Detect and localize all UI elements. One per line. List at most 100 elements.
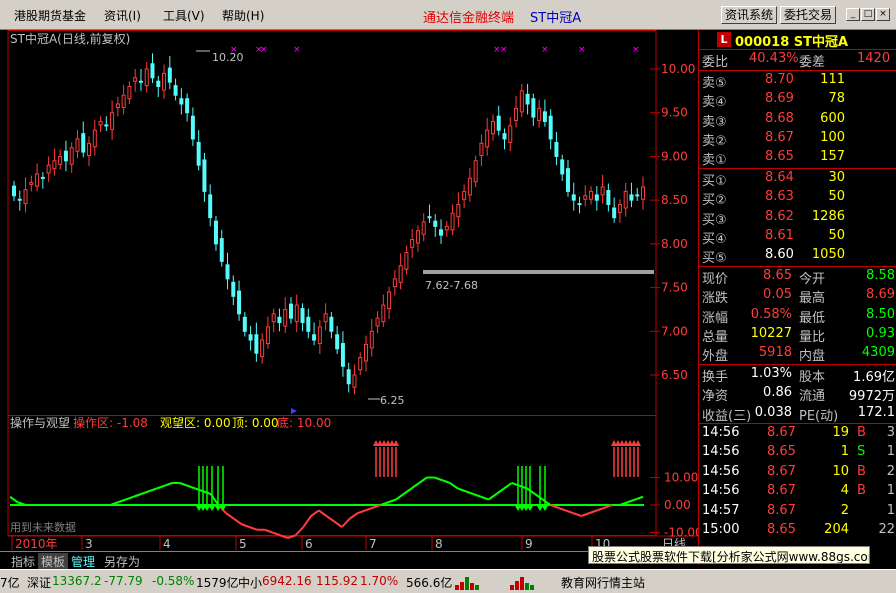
webi-row[interactable]: 委比 40.43% 委差 1420 xyxy=(699,50,896,70)
ask-row[interactable]: 卖③ 8.68 600 xyxy=(699,110,896,130)
bid-volume: 50 xyxy=(828,189,845,205)
price-tick-label: 9.50 xyxy=(661,106,688,120)
ask-row[interactable]: 卖② 8.67 100 xyxy=(699,129,896,149)
bid-label: 买② xyxy=(702,193,727,209)
kline-chart[interactable]: ST中冠A(日线,前复权) 10.00 9.50 9.00 8.50 8.00 7.50 7… xyxy=(0,30,698,565)
ask-price: 8.65 xyxy=(765,149,794,165)
candle-body xyxy=(87,142,92,157)
candle-body xyxy=(398,265,403,283)
tick-volume: 19 xyxy=(832,425,849,440)
sz-amount: 1579亿 xyxy=(196,576,239,590)
minimize-icon[interactable]: _ xyxy=(846,8,860,21)
candle-body xyxy=(46,164,51,174)
stat-label: 外盘 xyxy=(702,349,729,365)
candle-body xyxy=(40,176,45,179)
date-label: 3 xyxy=(85,537,93,551)
ask-row[interactable]: 卖⑤ 8.70 111 xyxy=(699,71,896,91)
candle-body xyxy=(208,194,213,219)
candle-body xyxy=(202,159,207,192)
stat2-value: 0.86 xyxy=(763,385,792,401)
stat-row[interactable]: 涨跌 0.05 最高 8.69 xyxy=(699,286,896,307)
candle-body xyxy=(185,98,190,114)
candle-body xyxy=(542,111,547,122)
tick-count: 22 xyxy=(878,522,895,537)
bid-row[interactable]: 买① 8.64 30 xyxy=(699,169,896,189)
tick-row[interactable]: 14:56 8.67 19 B 3 xyxy=(699,424,896,443)
sz-label: 深证 xyxy=(27,576,52,590)
date-label: 9 xyxy=(525,537,533,551)
stat-row[interactable]: 外盘 5918 内盘 4309 xyxy=(699,344,896,365)
menu-news[interactable]: 资讯(I) xyxy=(104,7,141,24)
tick-row[interactable]: 14:57 8.67 2 1 xyxy=(699,502,896,521)
stat2-row[interactable]: 净资 0.86 流通 9972万 xyxy=(699,384,896,404)
tab-indicator[interactable]: 指标 xyxy=(8,553,38,570)
candle-body xyxy=(306,316,311,332)
candle-body xyxy=(17,198,22,201)
stat-row[interactable]: 现价 8.65 今开 8.58 xyxy=(699,267,896,287)
tick-row[interactable]: 14:56 8.65 1 S 1 xyxy=(699,443,896,462)
top-marker: × xyxy=(500,45,508,55)
candle-body xyxy=(635,194,640,197)
candle-body xyxy=(300,308,305,324)
indicator-zone1: 操作区: -1.08 xyxy=(73,415,148,430)
stat-row[interactable]: 涨幅 0.58% 最低 8.50 xyxy=(699,306,896,326)
stock-code-row[interactable]: L 000018 ST中冠A xyxy=(699,30,896,50)
stat-label: 涨跌 xyxy=(702,291,729,307)
tick-volume: 10 xyxy=(832,463,849,479)
bid-price: 8.61 xyxy=(765,228,794,243)
tick-count: 1 xyxy=(886,502,895,518)
ask-price: 8.68 xyxy=(765,110,794,126)
bid-row[interactable]: 买④ 8.61 50 xyxy=(699,227,896,247)
menubar: 港股期货基金 资讯(I) 工具(V) 帮助(H) 通达信金融终端 ST中冠A 资… xyxy=(0,0,896,30)
candle-body xyxy=(12,185,16,197)
stat2-label: 换手 xyxy=(702,369,729,385)
candle-body xyxy=(225,264,230,280)
ad-banner[interactable]: 股票公式股票软件下载[分析家公式网www.88gs.com] xyxy=(588,546,870,564)
tick-price: 8.67 xyxy=(767,483,796,499)
tick-direction: S xyxy=(857,444,866,460)
tab-template[interactable]: 模板 xyxy=(38,553,69,570)
bid-price: 8.62 xyxy=(765,208,794,224)
stat-value: 0.58% xyxy=(750,306,792,322)
news-system-button[interactable]: 资讯系统 xyxy=(721,6,778,24)
stat2-row[interactable]: 收益(三) 0.038 PE(动) 172.1 xyxy=(699,404,896,424)
tick-time: 15:00 xyxy=(702,522,740,537)
candle-body xyxy=(531,98,536,118)
candle-body xyxy=(629,194,634,201)
maximize-icon[interactable]: □ xyxy=(861,8,875,21)
candle-body xyxy=(288,303,293,319)
tick-row[interactable]: 15:00 8.65 204 22 xyxy=(699,521,896,540)
market-bars-icon xyxy=(455,577,534,590)
candle-body xyxy=(167,67,172,83)
candle-body xyxy=(75,138,80,152)
date-label: 2010年 xyxy=(15,537,58,551)
candle-body xyxy=(329,316,334,332)
tab-save-as[interactable]: 另存为 xyxy=(101,553,143,570)
stat-value-2: 4309 xyxy=(861,345,895,361)
ask-row[interactable]: 卖① 8.65 157 xyxy=(699,148,896,168)
stat-value: 8.65 xyxy=(763,267,792,283)
candle-body xyxy=(606,190,611,206)
tick-count: 1 xyxy=(886,444,895,460)
tick-direction: B xyxy=(857,425,866,440)
menu-hk-futures[interactable]: 港股期货基金 xyxy=(14,7,86,24)
menu-help[interactable]: 帮助(H) xyxy=(222,7,264,24)
bid-row[interactable]: 买③ 8.62 1286 xyxy=(699,208,896,228)
stat2-row[interactable]: 换手 1.03% 股本 1.69亿 xyxy=(699,365,896,385)
close-icon[interactable]: × xyxy=(876,8,890,21)
trade-button[interactable]: 委托交易 xyxy=(780,6,837,24)
bid-row[interactable]: 买② 8.63 50 xyxy=(699,188,896,209)
tab-manage[interactable]: 管理 xyxy=(68,553,98,570)
stat-row[interactable]: 总量 10227 量比 0.93 xyxy=(699,325,896,345)
bid-row[interactable]: 买⑤ 8.60 1050 xyxy=(699,246,896,266)
ask-row[interactable]: 卖④ 8.69 78 xyxy=(699,90,896,110)
candle-body xyxy=(127,85,132,100)
tick-row[interactable]: 14:56 8.67 4 B 1 xyxy=(699,482,896,501)
tick-row[interactable]: 14:56 8.67 10 B 2 xyxy=(699,463,896,482)
stat-label-2: 内盘 xyxy=(799,349,826,365)
top-marker: × xyxy=(578,45,586,55)
menu-tools[interactable]: 工具(V) xyxy=(163,7,205,24)
zx-change: 115.92 xyxy=(316,574,358,588)
candle-body xyxy=(271,313,276,323)
price-tick-label: 8.00 xyxy=(661,237,688,251)
